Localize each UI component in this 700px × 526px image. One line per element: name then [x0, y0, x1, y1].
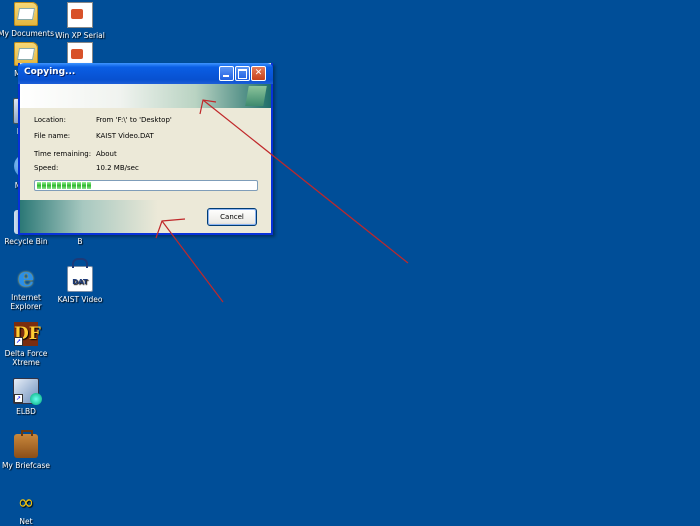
annotation-arrows [155, 99, 409, 303]
annotation-arrow-bottom [161, 220, 224, 303]
annotation-arrow-bottom-head [155, 218, 186, 239]
annotation-arrow-top-head [199, 99, 217, 115]
annotation-arrow-top [202, 99, 409, 264]
